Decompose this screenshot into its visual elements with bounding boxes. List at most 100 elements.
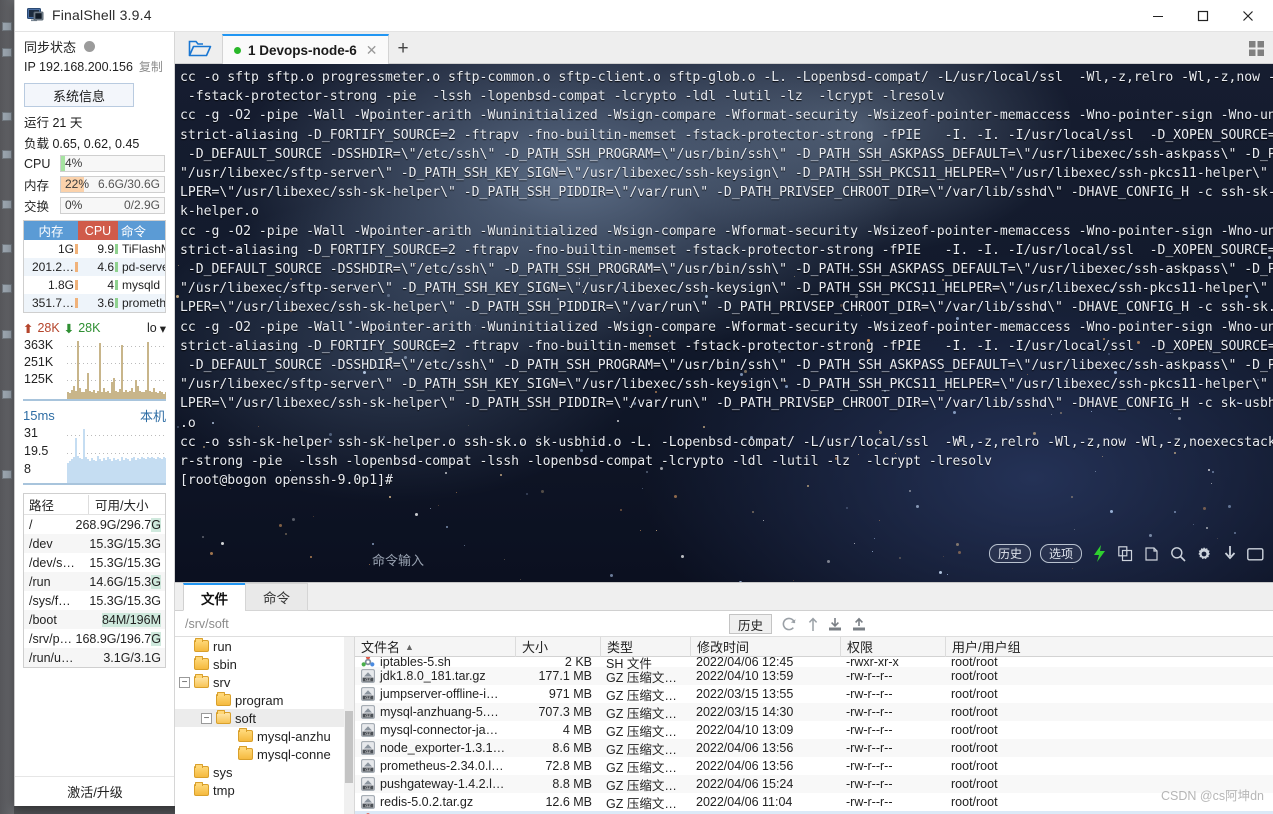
disk-col-path[interactable]: 路径 (24, 495, 88, 514)
gz-icon: GZ (361, 759, 375, 773)
file-row[interactable]: GZ redis-5.0.2.tar.gz 12.6 MB GZ 压缩文… 2022/0… (355, 793, 1273, 811)
file-permissions: -rw-r--r-- (846, 795, 893, 809)
disk-row[interactable]: /sys/f… 15.3G/15.3G (24, 591, 165, 610)
disk-row[interactable]: /run/u… 3.1G/3.1G (24, 648, 165, 667)
tree-node[interactable]: − soft (175, 709, 354, 727)
upload-icon[interactable] (849, 615, 868, 633)
file-row[interactable]: GZ jdk1.8.0_181.tar.gz 177.1 MB GZ 压缩文… 2022… (355, 667, 1273, 685)
search-icon[interactable] (1169, 545, 1186, 562)
col-type[interactable]: 类型 (600, 637, 690, 657)
background-speck (1217, 537, 1219, 539)
window-icon[interactable] (1247, 545, 1264, 562)
desktop-icon[interactable] (2, 244, 12, 253)
tree-node[interactable]: mysql-conne (175, 745, 354, 763)
terminal-output[interactable]: cc -o sftp sftp.o progressmeter.o sftp-c… (175, 64, 1273, 582)
process-col-mem[interactable]: 内存 (24, 221, 78, 240)
file-row[interactable]: GZ jumpserver-offline-i… 971 MB GZ 压缩文… 2022… (355, 685, 1273, 703)
options-button[interactable]: 选项 (1039, 544, 1082, 563)
tree-node-label: sys (213, 764, 233, 780)
system-info-button[interactable]: 系统信息 (24, 83, 134, 107)
lightning-icon[interactable] (1091, 545, 1108, 562)
tree-node[interactable]: run (175, 637, 354, 655)
latency-y-label: 19.5 (24, 444, 49, 458)
tab-commands[interactable]: 命令 (245, 583, 308, 611)
tree-scrollbar-thumb[interactable] (345, 711, 353, 783)
disk-col-size[interactable]: 可用/大小 (88, 494, 165, 514)
tree-node[interactable]: sbin (175, 655, 354, 673)
file-row[interactable]: GZ mysql-connector-ja… 4 MB GZ 压缩文… 2022/04/… (355, 721, 1273, 739)
open-folder-icon[interactable] (183, 36, 217, 60)
file-history-button[interactable]: 历史 (729, 614, 773, 634)
grid-view-icon[interactable] (1244, 37, 1268, 59)
col-filename[interactable]: 文件名 ▲ (355, 637, 515, 657)
latency-host[interactable]: 本机 (140, 406, 166, 425)
process-row[interactable]: 351.7… 3.6 prometh (24, 294, 165, 312)
file-row[interactable]: GZ prometheus-2.34.0.l… 72.8 MB GZ 压缩文… 2022… (355, 757, 1273, 775)
file-row[interactable]: GZ pushgateway-1.4.2.l… 8.8 MB GZ 压缩文… 2022/… (355, 775, 1273, 793)
path-input[interactable] (183, 615, 703, 633)
activate-upgrade-button[interactable]: 激活/升级 (15, 776, 174, 806)
tree-node[interactable]: sys (175, 763, 354, 781)
network-plot: 363K 251K 125K (23, 337, 166, 401)
tree-node[interactable]: program (175, 691, 354, 709)
file-permissions: -rw-r--r-- (846, 741, 893, 755)
parent-dir-icon[interactable] (803, 615, 822, 633)
maximize-button[interactable] (1180, 0, 1225, 32)
tree-node[interactable]: tmp (175, 781, 354, 799)
minimize-button[interactable] (1135, 0, 1180, 32)
tree-expander-icon[interactable]: − (179, 676, 190, 688)
disk-row[interactable]: /dev 15.3G/15.3G (24, 534, 165, 553)
col-mtime[interactable]: 修改时间 (690, 637, 840, 657)
desktop-icon[interactable] (2, 470, 12, 479)
col-user-group[interactable]: 用户/用户组 (945, 637, 1273, 657)
disk-row[interactable]: /srv/p… 168.9G/196.7G (24, 629, 165, 648)
background-speck (210, 552, 214, 556)
disk-row[interactable]: / 268.9G/296.7G (24, 515, 165, 534)
desktop-icon[interactable] (2, 330, 12, 339)
disk-row[interactable]: /boot 84M/196M (24, 610, 165, 629)
file-row[interactable]: iptables-5.sh 2 KB SH 文件 2022/04/06 12:45 -r… (355, 655, 1273, 671)
tree-expander-icon[interactable]: − (201, 712, 212, 724)
desktop-icon[interactable] (2, 150, 12, 159)
process-col-cmd[interactable]: 命令 (118, 221, 165, 240)
tab-files[interactable]: 文件 (183, 583, 246, 611)
download-icon[interactable] (825, 615, 844, 633)
desktop-icon[interactable] (2, 284, 12, 293)
disk-row[interactable]: /run 14.6G/15.3G (24, 572, 165, 591)
desktop-icon[interactable] (2, 200, 12, 209)
col-permissions[interactable]: 权限 (840, 637, 945, 657)
tree-scrollbar[interactable] (344, 637, 354, 814)
meter-detail-swap: 0/2.9G (123, 198, 160, 212)
process-col-cpu[interactable]: CPU (78, 221, 118, 240)
gear-icon[interactable] (1195, 545, 1212, 562)
interface-selector[interactable]: lo ▾ (147, 321, 166, 336)
desktop-icon[interactable] (2, 22, 12, 31)
tree-node[interactable]: − srv (175, 673, 354, 691)
copy-icon[interactable] (1117, 545, 1134, 562)
copy-ip-link[interactable]: 复制 (139, 58, 163, 75)
svg-text:GZ: GZ (365, 731, 371, 736)
file-size: 4 MB (562, 723, 592, 737)
desktop-icon[interactable] (2, 48, 12, 57)
terminal-tab[interactable]: 1 Devops-node-6 ✕ (222, 34, 389, 64)
download-icon[interactable] (1221, 545, 1238, 562)
paste-icon[interactable] (1143, 545, 1160, 562)
process-row[interactable]: 201.2… 4.6 pd-serve (24, 258, 165, 276)
file-row[interactable]: GZ node_exporter-1.3.1… 8.6 MB GZ 压缩文… 2022/… (355, 739, 1273, 757)
process-row[interactable]: 1.8G 4 mysqld (24, 276, 165, 294)
tree-node[interactable]: mysql-anzhu (175, 727, 354, 745)
desktop-icon[interactable] (2, 390, 12, 399)
col-size[interactable]: 大小 (515, 637, 600, 657)
command-input-placeholder[interactable]: 命令输入 (372, 550, 424, 569)
watermark: CSDN @cs阿坤dn (1161, 789, 1264, 803)
close-button[interactable] (1225, 0, 1270, 32)
close-tab-icon[interactable]: ✕ (366, 42, 378, 59)
history-button[interactable]: 历史 (988, 544, 1031, 563)
disk-row[interactable]: /dev/s… 15.3G/15.3G (24, 553, 165, 572)
file-permissions: -rwxr-xr-x (846, 655, 899, 669)
refresh-icon[interactable] (779, 615, 798, 633)
file-row[interactable]: GZ mysql-anzhuang-5.… 707.3 MB GZ 压缩文… 2022/… (355, 703, 1273, 721)
process-row[interactable]: 1G9.9 TiFlashM (24, 240, 165, 258)
desktop-icon[interactable] (2, 112, 12, 121)
new-tab-button[interactable]: + (390, 37, 416, 61)
